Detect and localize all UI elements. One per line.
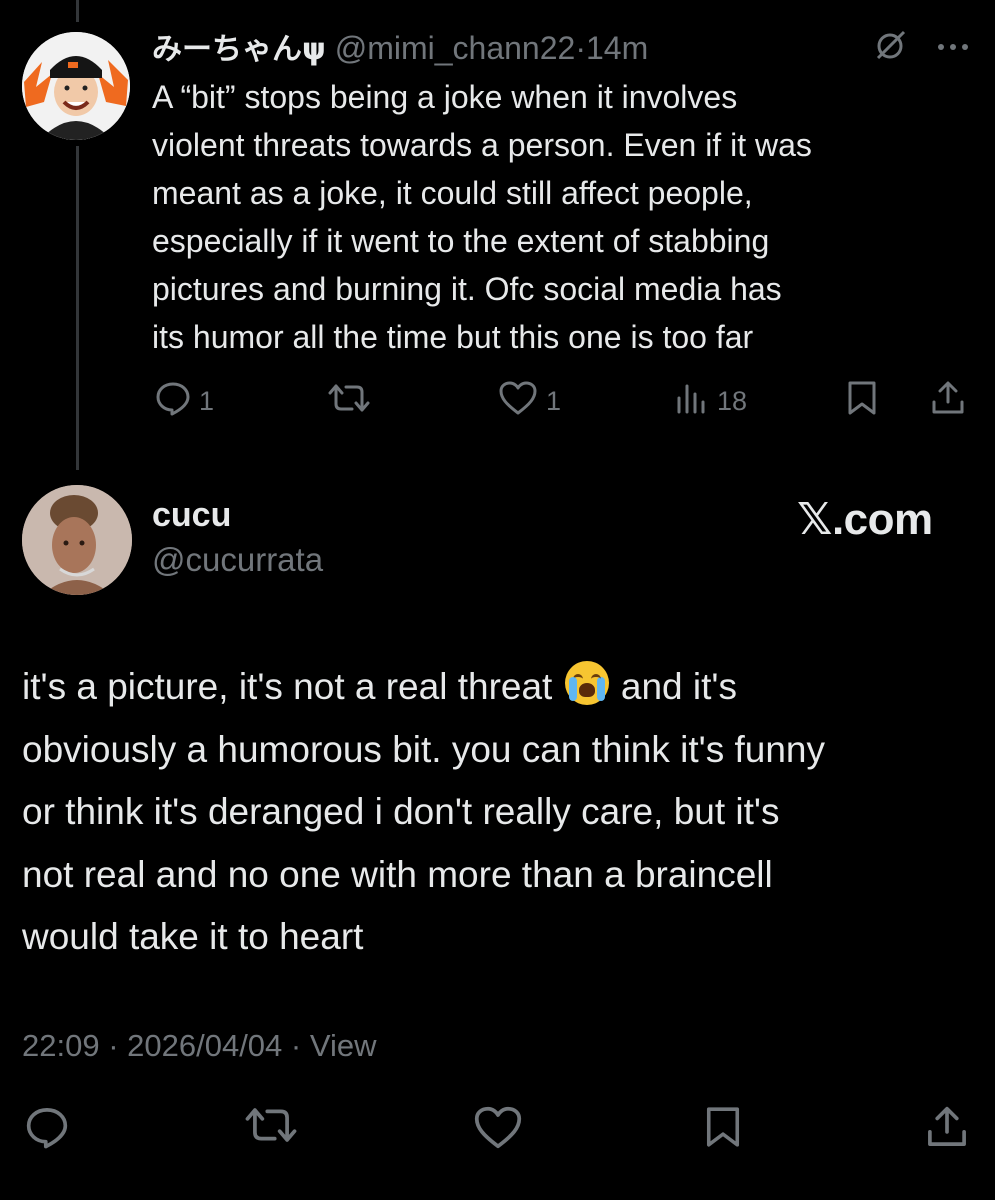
reply-text: A “bit” stops being a joke when it invol… xyxy=(152,79,812,355)
reply-like-button[interactable]: 1 xyxy=(498,376,561,426)
repost-icon xyxy=(328,382,370,421)
reply-header: みーちゃんψ @mimi_chann22·14m xyxy=(152,22,648,76)
like-icon xyxy=(498,380,538,423)
post-reply-button[interactable] xyxy=(25,1105,69,1156)
reply-handle[interactable]: @mimi_chann22 xyxy=(335,30,576,66)
views-count: 18 xyxy=(717,385,748,416)
post-text-part2: and it's obviously a humorous bit. you c… xyxy=(22,666,825,957)
post-text-part1: it's a picture, it's not a real threat xyxy=(22,666,563,707)
like-count: 1 xyxy=(546,385,562,416)
post-time: 22:09 xyxy=(22,1028,100,1063)
post-display-name[interactable]: cucu xyxy=(152,496,231,535)
like-icon xyxy=(473,1105,523,1157)
views-icon xyxy=(675,382,709,421)
reply-icon xyxy=(25,1105,69,1156)
post-avatar[interactable] xyxy=(22,485,132,595)
post-bookmark-button[interactable] xyxy=(704,1105,742,1156)
thread-line xyxy=(76,146,79,470)
bookmark-icon xyxy=(704,1105,742,1156)
share-icon xyxy=(925,1105,969,1156)
post-repost-button[interactable] xyxy=(245,1105,297,1152)
post-like-button[interactable] xyxy=(473,1105,523,1157)
post-views-link[interactable]: View xyxy=(310,1028,377,1063)
reply-bookmark-button[interactable] xyxy=(846,376,878,426)
post-share-button[interactable] xyxy=(925,1105,969,1156)
reply-views-button[interactable]: 18 xyxy=(675,376,747,426)
post-date: 2026/04/04 xyxy=(127,1028,283,1063)
reply-top-icons xyxy=(874,28,970,67)
reply-share-button[interactable] xyxy=(930,376,966,426)
reply-avatar[interactable] xyxy=(22,32,130,140)
reply-time[interactable]: 14m xyxy=(586,30,648,66)
reply-repost-button[interactable] xyxy=(328,376,370,426)
thread-line-top xyxy=(76,0,79,22)
share-icon xyxy=(930,380,966,423)
post-text: it's a picture, it's not a real threat a… xyxy=(22,656,972,969)
brand-watermark: 𝕏.com xyxy=(797,495,933,544)
reply-count: 1 xyxy=(199,385,215,416)
repost-icon xyxy=(245,1105,297,1152)
post-meta: 22:09 · 2026/04/04 · View xyxy=(22,1028,377,1063)
grok-icon[interactable] xyxy=(874,28,908,67)
reply-separator: · xyxy=(575,30,586,66)
reply-reply-button[interactable]: 1 xyxy=(155,376,214,426)
reply-icon xyxy=(155,380,191,423)
crying-emoji-icon xyxy=(564,661,609,705)
more-icon[interactable] xyxy=(936,39,970,57)
bookmark-icon xyxy=(846,380,878,423)
post-handle[interactable]: @cucurrata xyxy=(152,541,323,579)
reply-display-name[interactable]: みーちゃんψ xyxy=(152,32,326,67)
